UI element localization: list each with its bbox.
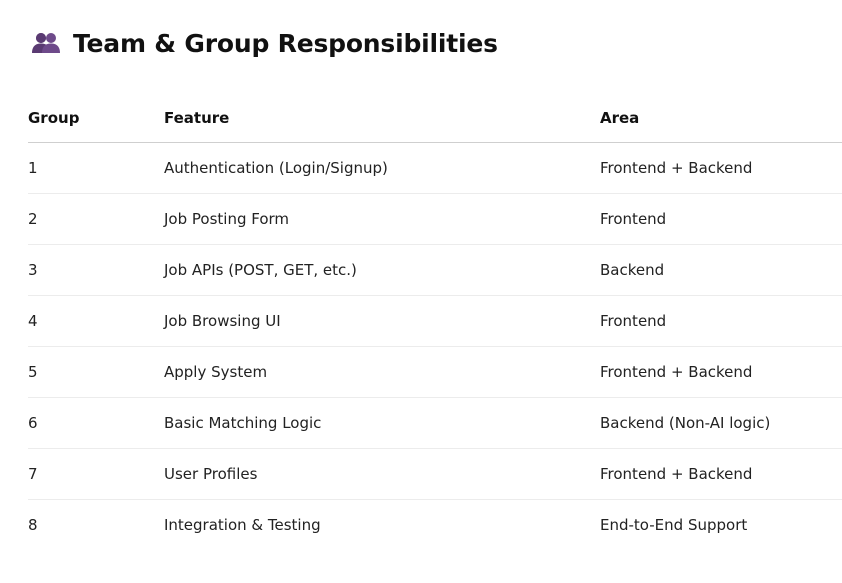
table-row: 7 User Profiles Frontend + Backend (28, 448, 842, 500)
area-cell: End-to-End Support (600, 516, 748, 534)
feature-cell: Basic Matching Logic (164, 397, 600, 449)
table-row: 6 Basic Matching Logic Backend (Non-AI l… (28, 397, 842, 449)
column-header-area: Area (600, 93, 842, 143)
responsibilities-table: Group Feature Area 1 Authentication (Log… (28, 93, 842, 550)
area-cell: Frontend + Backend (600, 448, 842, 500)
area-cell: Backend (600, 244, 842, 296)
group-cell: 8 (28, 516, 38, 534)
group-cell: 6 (28, 397, 164, 449)
table-row: 5 Apply System Frontend + Backend (28, 346, 842, 398)
group-cell: 5 (28, 346, 164, 398)
table-row: 8 Integration & Testing End-to-End Suppo… (28, 500, 842, 551)
group-cell: 3 (28, 244, 164, 296)
group-cell: 4 (28, 295, 164, 347)
area-cell: Frontend (600, 295, 842, 347)
table-row: 4 Job Browsing UI Frontend (28, 295, 842, 347)
area-cell: Backend (Non-AI logic) (600, 397, 842, 449)
page-heading: Team & Group Responsibilities (31, 24, 498, 62)
feature-cell: Authentication (Login/Signup) (164, 142, 600, 194)
column-header-feature: Feature (164, 93, 600, 143)
area-cell: Frontend + Backend (600, 346, 842, 398)
table-row: 1 Authentication (Login/Signup) Frontend… (28, 142, 842, 194)
feature-cell: User Profiles (164, 448, 600, 500)
feature-cell: Job Posting Form (164, 193, 600, 245)
feature-cell: Job Browsing UI (164, 295, 600, 347)
table-header-row: Group Feature Area (28, 93, 842, 143)
feature-cell: Job APIs (POST, GET, etc.) (164, 244, 600, 296)
group-cell: 1 (28, 142, 164, 194)
group-cell: 2 (28, 193, 164, 245)
group-cell: 7 (28, 448, 164, 500)
area-cell: Frontend (600, 193, 842, 245)
feature-cell: Integration & Testing (164, 516, 321, 534)
table-row: 2 Job Posting Form Frontend (28, 193, 842, 245)
column-header-group: Group (28, 93, 164, 143)
page-title: Team & Group Responsibilities (73, 28, 498, 58)
table-row: 3 Job APIs (POST, GET, etc.) Backend (28, 244, 842, 296)
area-cell: Frontend + Backend (600, 142, 842, 194)
people-icon (31, 31, 61, 55)
feature-cell: Apply System (164, 346, 600, 398)
